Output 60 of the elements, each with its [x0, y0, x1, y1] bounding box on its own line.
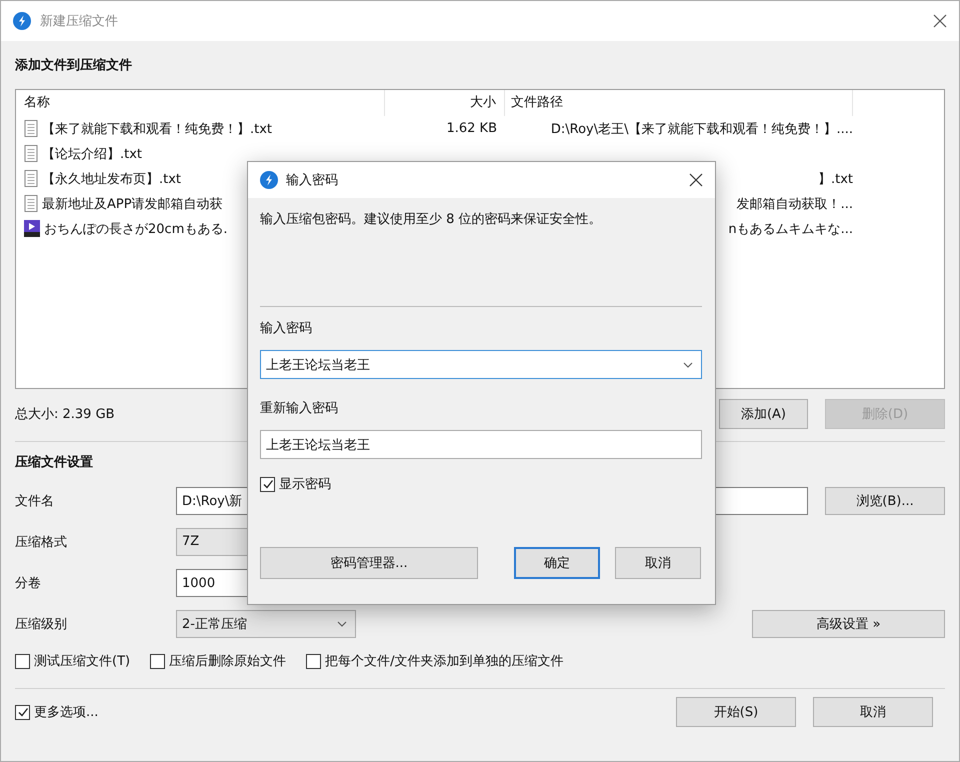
dialog-button[interactable]: 确定 [514, 547, 600, 579]
window-title: 新建压缩文件 [40, 13, 119, 30]
field-label: 文件名 [15, 492, 55, 510]
file-name: 【来了就能下载和观看！纯免费！】.txt [42, 120, 272, 138]
document-icon [24, 170, 38, 187]
option-checkbox[interactable]: 压缩后删除原始文件 [150, 652, 286, 670]
advanced-settings-button[interactable]: 高级设置 » [752, 610, 945, 638]
checkbox[interactable] [306, 654, 322, 668]
document-icon [24, 120, 38, 137]
field-label: 压缩级别 [15, 616, 68, 632]
section-heading: 压缩文件设置 [15, 454, 94, 472]
file-path: nもあるムキムキな... [728, 222, 853, 236]
checkbox[interactable] [150, 654, 166, 668]
document-icon [24, 195, 38, 212]
close-icon[interactable] [933, 14, 947, 28]
column-header[interactable]: 名称 [16, 90, 385, 116]
checkbox[interactable] [15, 654, 30, 668]
show-password-checkbox[interactable]: 显示密码 [260, 475, 702, 493]
file-path: D:\Roy\老王\【来了就能下载和观看！纯免费！】.... [550, 122, 853, 136]
checkbox-label: 测试压缩文件(T) [34, 653, 130, 670]
file-name: おちんぽの長さが20cmもある. [44, 220, 228, 238]
checkbox-label: 更多选项... [34, 704, 98, 721]
app-logo-icon [13, 12, 31, 30]
dropdown[interactable]: 2-正常压缩 [176, 610, 356, 638]
checkbox[interactable] [260, 476, 275, 492]
file-name: 最新地址及APP请发邮箱自动获 [42, 196, 223, 212]
column-header[interactable]: 大小 [385, 90, 505, 116]
field-label: 压缩格式 [15, 534, 68, 550]
caret-icon [683, 362, 693, 368]
section-heading: 添加文件到压缩文件 [15, 56, 133, 75]
field-label: 输入密码 [260, 320, 313, 338]
checkbox-label: 压缩后删除原始文件 [169, 653, 286, 670]
password-field[interactable]: 上老王论坛当老王 [260, 350, 702, 379]
close-icon[interactable] [689, 173, 703, 187]
dialog-button[interactable]: 取消 [813, 697, 933, 727]
document-icon [24, 145, 38, 162]
confirm-password-field[interactable]: 上老王论坛当老王 [260, 430, 702, 459]
total-size: 总大小: 2.39 GB [15, 406, 115, 423]
column-header[interactable]: 文件路径 [505, 90, 853, 116]
file-size: 1.62 KB [446, 121, 497, 136]
video-file-icon [24, 220, 40, 237]
caret-icon [337, 620, 347, 626]
more-options-checkbox[interactable]: 更多选项... [15, 703, 98, 721]
file-name: 【永久地址发布页】.txt [42, 170, 182, 188]
dialog-button[interactable]: 开始(S) [676, 697, 796, 727]
dialog-button[interactable]: 取消 [615, 547, 701, 579]
dialog-message: 输入压缩包密码。建议使用至少 8 位的密码来保证安全性。 [260, 211, 603, 229]
list-button[interactable]: 添加(A) [719, 399, 808, 429]
checkbox-label: 显示密码 [279, 476, 331, 493]
file-path: 】.txt [818, 172, 853, 186]
dialog-title: 输入密码 [286, 172, 339, 189]
checkbox[interactable] [15, 704, 30, 720]
file-path: 发邮箱自动获取！... [736, 196, 853, 212]
dialog-button[interactable]: 密码管理器... [260, 547, 478, 579]
file-name: 【论坛介绍】.txt [42, 146, 142, 162]
browse-button[interactable]: 浏览(B)... [825, 486, 945, 514]
app-logo-icon [260, 171, 278, 189]
field-label: 分卷 [15, 574, 42, 592]
field-label: 重新输入密码 [260, 400, 339, 418]
option-checkbox[interactable]: 测试压缩文件(T) [15, 652, 130, 670]
